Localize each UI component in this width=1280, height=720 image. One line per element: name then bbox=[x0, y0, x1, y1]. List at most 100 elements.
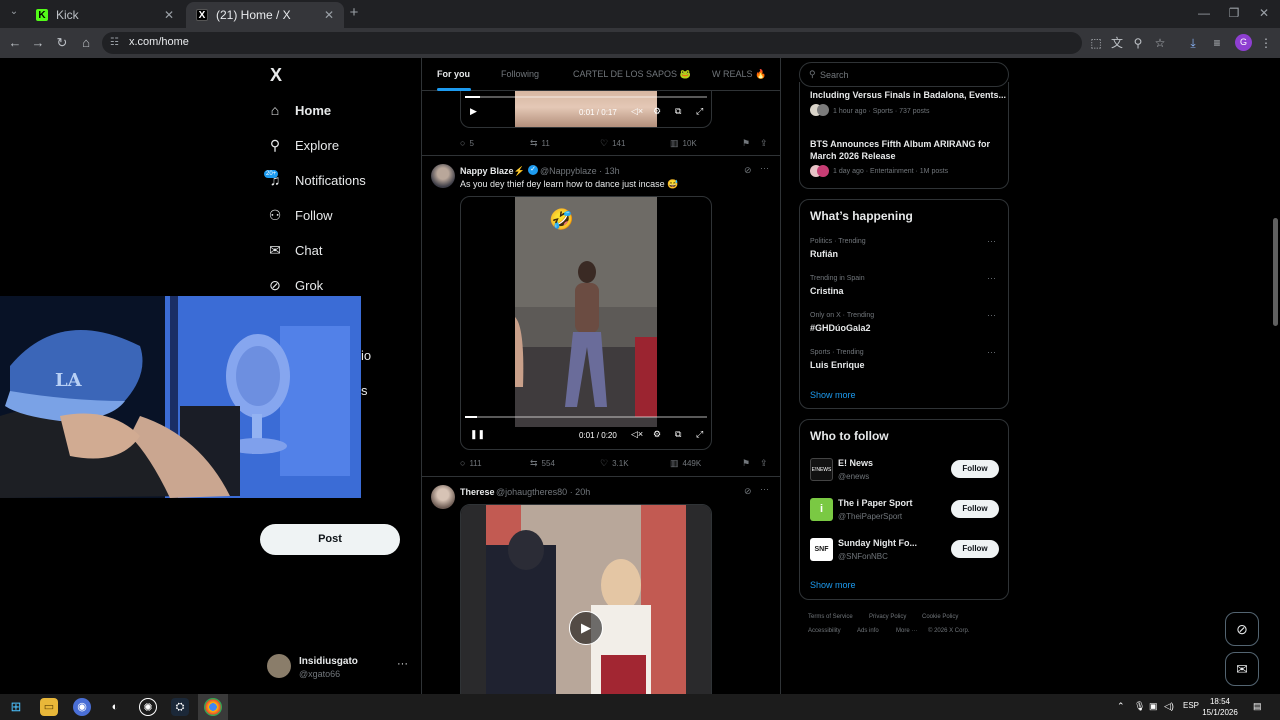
more-icon[interactable]: ··· bbox=[987, 310, 996, 320]
news-title[interactable]: BTS Announces Fifth Album ARIRANG for Ma… bbox=[810, 138, 1000, 162]
nav-label-partial[interactable]: io bbox=[361, 348, 371, 363]
trend-name[interactable]: #GHDúoGala2 bbox=[810, 323, 871, 333]
footer-link-more[interactable]: More ··· bbox=[896, 628, 917, 634]
back-icon[interactable]: ← bbox=[7, 35, 23, 51]
translate-icon[interactable]: 文 bbox=[1109, 35, 1125, 51]
pause-icon[interactable]: ❚❚ bbox=[470, 429, 485, 440]
network-icon[interactable]: ▣ bbox=[1149, 701, 1158, 712]
play-icon[interactable]: ▶ bbox=[470, 106, 477, 117]
minimize-button[interactable]: — bbox=[1197, 6, 1211, 20]
picture-in-picture-icon[interactable]: ⧉ bbox=[675, 106, 681, 117]
footer-link-privacy[interactable]: Privacy Policy bbox=[869, 614, 906, 620]
grok-explain-icon[interactable]: ⊘ bbox=[744, 165, 752, 176]
steam-icon[interactable]: ⛭ bbox=[171, 698, 189, 716]
tab-w-reals[interactable]: W REALS 🔥 bbox=[712, 69, 766, 80]
x-logo-icon[interactable]: X bbox=[267, 66, 285, 84]
clock[interactable]: 18:54 15/1/2026 bbox=[1200, 696, 1240, 718]
tweet-author-name[interactable]: Therese bbox=[460, 487, 495, 497]
avatar[interactable] bbox=[431, 485, 455, 509]
url-text[interactable]: x.com/home bbox=[129, 36, 189, 48]
share-button[interactable]: ⇪ bbox=[760, 138, 772, 149]
install-app-icon[interactable]: ⬚ bbox=[1088, 35, 1104, 51]
like-button[interactable]: ♡ 141 bbox=[600, 138, 625, 149]
news-title[interactable]: Including Versus Finals in Badalona, Eve… bbox=[810, 89, 1006, 101]
tweet-handle[interactable]: @johaugtheres80 · 20h bbox=[496, 487, 590, 497]
language-indicator[interactable]: ESP bbox=[1183, 701, 1199, 710]
like-button[interactable]: ♡ 3.1K bbox=[600, 458, 629, 469]
video-player[interactable]: ▶ bbox=[460, 504, 712, 694]
avatar[interactable]: i bbox=[810, 498, 833, 521]
avatar[interactable]: E!NEWS bbox=[810, 458, 833, 481]
follow-button[interactable]: Follow bbox=[951, 460, 999, 478]
grok-fab-button[interactable]: ⊘ bbox=[1225, 612, 1259, 646]
show-more-link[interactable]: Show more bbox=[810, 580, 856, 590]
nav-explore[interactable]: ⚲ Explore bbox=[267, 133, 339, 157]
follow-account-name[interactable]: The i Paper Sport bbox=[838, 498, 913, 508]
tray-expand-icon[interactable]: ⌃ bbox=[1117, 701, 1125, 712]
share-button[interactable]: ⇪ bbox=[760, 458, 772, 469]
forward-icon[interactable]: → bbox=[30, 35, 46, 51]
video-player[interactable]: 🤣 ❚❚ 0:01 / 0:20 ◁× ⚙ ⧉ ⤢ bbox=[460, 196, 712, 450]
nav-chat[interactable]: ✉ Chat bbox=[267, 238, 322, 262]
volume-icon[interactable]: ◁) bbox=[1164, 701, 1174, 712]
bookmark-button[interactable]: ⚑ bbox=[742, 138, 754, 149]
app-icon[interactable]: ◐ bbox=[106, 698, 124, 716]
tab-cartel-de-los-sapos[interactable]: CARTEL DE LOS SAPOS 🐸 bbox=[573, 69, 691, 80]
nav-home[interactable]: ⌂ Home bbox=[267, 98, 331, 122]
tab-close-icon[interactable]: ✕ bbox=[324, 8, 334, 22]
fullscreen-icon[interactable]: ⤢ bbox=[696, 429, 703, 440]
zoom-icon[interactable]: ⚲ bbox=[1130, 35, 1146, 51]
footer-link-ads-info[interactable]: Ads info bbox=[857, 628, 879, 634]
browser-menu-icon[interactable]: ⋮ bbox=[1258, 35, 1274, 51]
footer-link-cookies[interactable]: Cookie Policy bbox=[922, 614, 958, 620]
app-icon[interactable]: ✺ bbox=[139, 698, 157, 716]
reply-button[interactable]: ○ 111 bbox=[460, 458, 482, 468]
bookmark-star-icon[interactable]: ☆ bbox=[1152, 35, 1168, 51]
more-icon[interactable]: ··· bbox=[760, 163, 769, 173]
post-button[interactable]: Post bbox=[260, 524, 400, 555]
trend-name[interactable]: Cristina bbox=[810, 286, 844, 296]
tab-kick[interactable]: K Kick ✕ bbox=[26, 2, 184, 28]
new-tab-button[interactable]: + bbox=[346, 5, 362, 21]
picture-in-picture-icon[interactable]: ⧉ bbox=[675, 429, 681, 440]
tab-close-icon[interactable]: ✕ bbox=[164, 8, 174, 22]
video-progress-bar[interactable] bbox=[465, 96, 707, 98]
more-icon[interactable]: ··· bbox=[397, 658, 408, 670]
home-browser-icon[interactable]: ⌂ bbox=[78, 35, 94, 51]
footer-link-accessibility[interactable]: Accessibility bbox=[808, 628, 841, 634]
site-info-icon[interactable]: ☷ bbox=[110, 36, 124, 50]
video-progress-bar[interactable] bbox=[465, 416, 707, 418]
obs-icon[interactable]: ◉ bbox=[73, 698, 91, 716]
more-icon[interactable]: ··· bbox=[987, 273, 996, 283]
settings-gear-icon[interactable]: ⚙ bbox=[653, 429, 661, 440]
reload-icon[interactable]: ↻ bbox=[54, 35, 70, 51]
more-icon[interactable]: ··· bbox=[987, 236, 996, 246]
scrollbar-thumb[interactable] bbox=[1273, 218, 1278, 326]
nav-grok[interactable]: ⊘ Grok bbox=[267, 273, 323, 297]
microphone-icon[interactable]: 🎙 bbox=[1134, 701, 1145, 712]
address-bar[interactable]: ☷ x.com/home bbox=[102, 32, 1082, 54]
tab-following[interactable]: Following bbox=[501, 69, 539, 79]
nav-follow[interactable]: ⚇ Follow bbox=[267, 203, 333, 227]
account-switcher[interactable]: Insidiusgato @xgato66 ··· bbox=[267, 654, 412, 682]
more-icon[interactable]: ··· bbox=[760, 484, 769, 494]
repost-button[interactable]: ⇆ 11 bbox=[530, 138, 550, 149]
close-window-button[interactable]: ✕ bbox=[1257, 6, 1271, 20]
mute-icon[interactable]: ◁× bbox=[631, 429, 643, 440]
messages-fab-button[interactable]: ✉ bbox=[1225, 652, 1259, 686]
trend-name[interactable]: Rufián bbox=[810, 249, 838, 259]
mute-icon[interactable]: ◁× bbox=[631, 106, 643, 117]
follow-account-name[interactable]: E! News bbox=[838, 458, 873, 468]
show-more-link[interactable]: Show more bbox=[810, 390, 856, 400]
nav-label-partial[interactable]: s bbox=[361, 383, 368, 398]
follow-button[interactable]: Follow bbox=[951, 500, 999, 518]
nav-notifications[interactable]: ♫ Notifications bbox=[267, 168, 366, 192]
file-explorer-icon[interactable]: ▭ bbox=[40, 698, 58, 716]
follow-account-name[interactable]: Sunday Night Fo... bbox=[838, 538, 917, 548]
more-icon[interactable]: ··· bbox=[987, 347, 996, 357]
windows-start-icon[interactable]: ⊞ bbox=[7, 698, 25, 716]
avatar[interactable] bbox=[431, 164, 455, 188]
grok-explain-icon[interactable]: ⊘ bbox=[744, 486, 752, 497]
restore-button[interactable]: ❐ bbox=[1227, 6, 1241, 20]
tab-for-you[interactable]: For you bbox=[437, 69, 470, 79]
